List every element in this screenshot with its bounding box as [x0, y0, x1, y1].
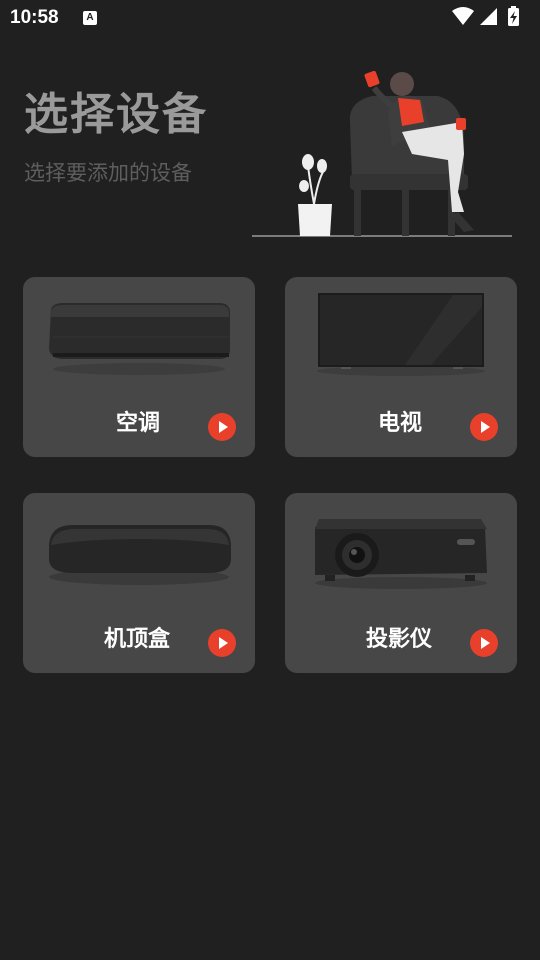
device-label-projector: 投影仪 — [366, 627, 433, 652]
device-label-set-top-box: 机顶盒 — [104, 627, 171, 652]
play-button-set-top-box[interactable] — [208, 629, 236, 657]
projector-image — [285, 493, 517, 613]
device-label-air-conditioner: 空调 — [116, 411, 161, 436]
tv-image — [285, 277, 517, 397]
play-icon — [219, 637, 228, 649]
a-icon-letter: A — [86, 12, 94, 23]
play-button-tv[interactable] — [470, 413, 498, 441]
device-card-projector[interactable]: 投影仪 — [285, 493, 517, 673]
device-card-tv[interactable]: 电视 — [285, 277, 517, 457]
play-button-projector[interactable] — [470, 629, 498, 657]
device-card-set-top-box[interactable]: 机顶盒 — [23, 493, 255, 673]
accessibility-notification-icon: A — [83, 11, 97, 25]
hero-illustration — [252, 62, 516, 242]
device-card-air-conditioner[interactable]: 空调 — [23, 277, 255, 457]
signal-icon — [480, 8, 497, 25]
page-subtitle: 选择要添加的设备 — [24, 161, 192, 185]
battery-icon — [508, 6, 519, 26]
play-icon — [481, 421, 490, 433]
wifi-icon — [452, 7, 474, 25]
play-icon — [481, 637, 490, 649]
set-top-box-image — [23, 493, 255, 613]
play-button-air-conditioner[interactable] — [208, 413, 236, 441]
status-bar: 10:58 A — [0, 0, 540, 36]
device-label-tv: 电视 — [378, 411, 423, 436]
play-icon — [219, 421, 228, 433]
status-indicators — [450, 6, 530, 28]
air-conditioner-image — [23, 277, 255, 397]
status-time: 10:58 — [10, 7, 59, 28]
page-title: 选择设备 — [24, 89, 208, 140]
